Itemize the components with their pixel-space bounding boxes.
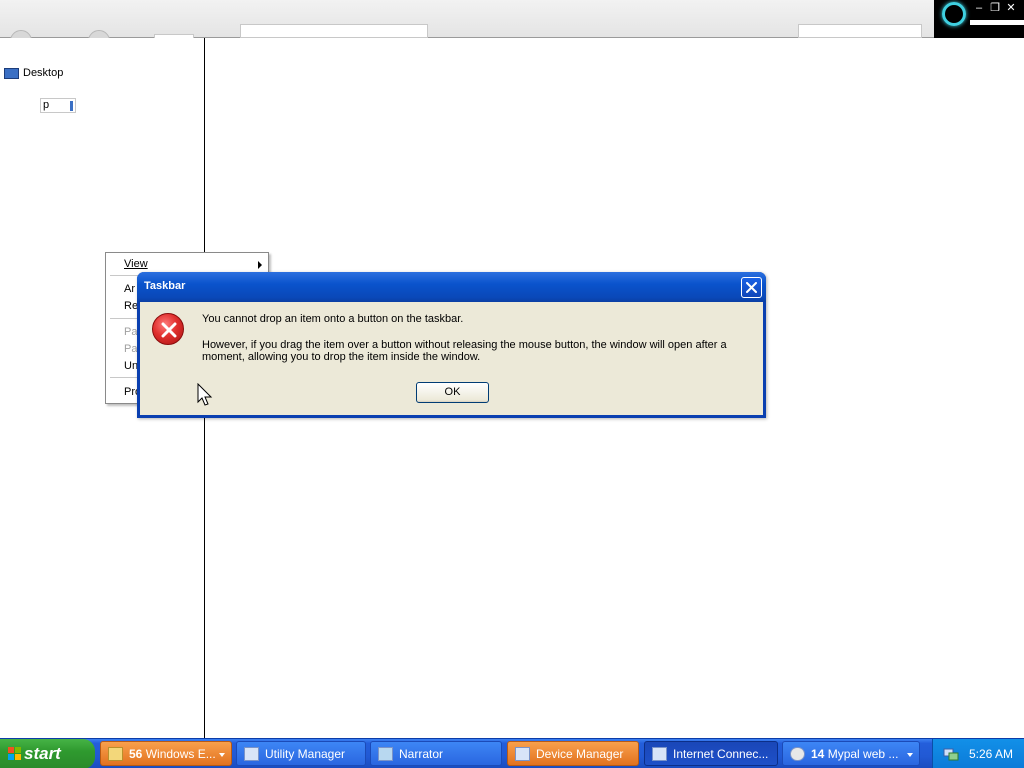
ok-button[interactable]: OK <box>416 382 489 403</box>
network-tray-icon[interactable] <box>943 746 959 762</box>
rename-input-value: p <box>43 99 50 111</box>
close-icon[interactable]: ✕ <box>1004 2 1018 14</box>
mypal-browser-icon <box>790 747 805 761</box>
taskbar-button-label: Windows E... <box>145 747 216 761</box>
taskbar-button-label: Internet Connec... <box>673 747 769 761</box>
error-icon <box>152 313 184 345</box>
dialog-message-primary: You cannot drop an item onto a button on… <box>202 313 464 325</box>
taskbar-button-label: Mypal web ... <box>827 747 899 761</box>
menu-item-paste-label: Pa <box>124 326 138 338</box>
menu-item-undo-label: Un <box>124 360 139 372</box>
menu-item-view[interactable]: View <box>124 256 264 272</box>
dialog-title: Taskbar <box>144 280 186 292</box>
taskbar-group-count: 56 <box>129 747 143 761</box>
menu-item-paste-shortcut[interactable]: Pa <box>124 341 137 357</box>
tree-item-desktop[interactable]: Desktop <box>4 66 63 80</box>
restore-icon[interactable]: ❐ <box>988 2 1002 14</box>
menu-item-paste-shortcut-label: Pa <box>124 343 138 355</box>
tree-item-desktop-label: Desktop <box>23 67 64 79</box>
submenu-arrow-icon <box>258 261 262 269</box>
menu-item-arrange[interactable]: Ar <box>124 281 135 297</box>
network-connections-icon <box>652 747 667 761</box>
chevron-down-icon <box>219 753 225 757</box>
chevron-down-icon <box>907 753 913 757</box>
taskbar-button-narrator[interactable]: Narrator <box>370 741 502 766</box>
system-tray: 5:26 AM <box>932 739 1024 768</box>
menu-item-paste[interactable]: Pa <box>124 324 137 340</box>
rename-input[interactable]: p <box>40 98 76 113</box>
menu-item-refresh-label: Re <box>124 300 139 312</box>
window-controls-area: – ❐ ✕ <box>934 0 1024 38</box>
taskbar-button-internet-connections[interactable]: Internet Connec... <box>644 741 778 766</box>
address-field[interactable] <box>240 24 428 38</box>
menu-item-refresh[interactable]: Re <box>124 298 138 314</box>
menu-item-undo[interactable]: Un <box>124 358 138 374</box>
clock[interactable]: 5:26 AM <box>969 739 1013 768</box>
device-manager-icon <box>515 747 530 761</box>
taskbar-button-mypal[interactable]: 14 Mypal web ... <box>782 741 920 766</box>
taskbar-error-dialog: Taskbar You cannot drop an item onto a b… <box>137 272 766 418</box>
taskbar-button-device-manager[interactable]: Device Manager <box>507 741 639 766</box>
close-icon <box>746 282 757 293</box>
dialog-body: You cannot drop an item onto a button on… <box>140 302 763 415</box>
desktop-icon <box>4 67 19 79</box>
search-field[interactable] <box>798 24 922 38</box>
taskbar-button-label: Utility Manager <box>265 747 346 761</box>
narrator-icon <box>378 747 393 761</box>
dialog-message-secondary: However, if you drag the item over a but… <box>202 339 727 363</box>
taskbar-button-windows-explorer[interactable]: 56 Windows E... <box>100 741 232 766</box>
taskbar-button-label: Device Manager <box>536 747 624 761</box>
taskbar-button-utility-manager[interactable]: Utility Manager <box>236 741 366 766</box>
taskbar-group-count: 14 <box>811 747 825 761</box>
dialog-close-button[interactable] <box>741 277 762 298</box>
dialog-titlebar[interactable]: Taskbar <box>137 272 766 302</box>
windows-logo-icon <box>8 747 21 760</box>
menu-item-arrange-label: Ar <box>124 283 135 295</box>
mouse-pointer-icon <box>197 383 213 406</box>
menu-item-view-label: View <box>124 258 148 270</box>
top-toolbar <box>0 0 934 54</box>
utility-manager-icon <box>244 747 259 761</box>
text-caret <box>70 101 73 111</box>
taskbar-button-label: Narrator <box>399 747 444 761</box>
progress-strip <box>970 20 1024 25</box>
start-button[interactable]: start <box>0 739 95 768</box>
ring-icon <box>942 2 966 26</box>
folder-icon <box>108 747 123 761</box>
taskbar: start 56 Windows E... Utility Manager Na… <box>0 738 1024 768</box>
minimize-icon[interactable]: – <box>972 2 986 14</box>
start-label: start <box>24 744 61 763</box>
